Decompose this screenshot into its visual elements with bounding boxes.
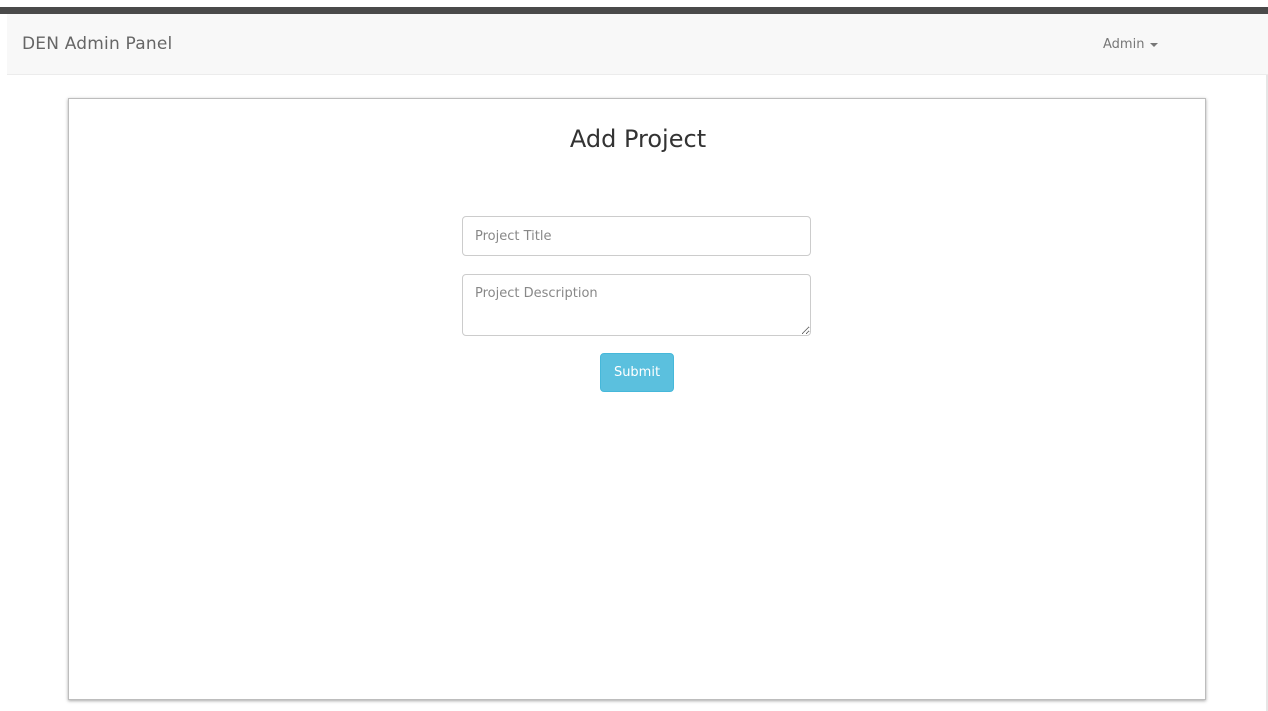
add-project-panel: Add Project Submit <box>68 98 1206 700</box>
project-title-input[interactable] <box>462 216 811 256</box>
admin-dropdown[interactable]: Admin <box>1103 37 1159 52</box>
admin-dropdown-label: Admin <box>1103 37 1145 52</box>
caret-down-icon <box>1150 42 1159 47</box>
window-top-bar <box>0 0 1268 14</box>
page-title: Add Project <box>569 125 707 153</box>
brand-link[interactable]: DEN Admin Panel <box>22 34 172 54</box>
submit-button[interactable]: Submit <box>600 353 674 392</box>
navbar: DEN Admin Panel Admin <box>7 14 1268 75</box>
project-description-textarea[interactable] <box>462 274 811 336</box>
